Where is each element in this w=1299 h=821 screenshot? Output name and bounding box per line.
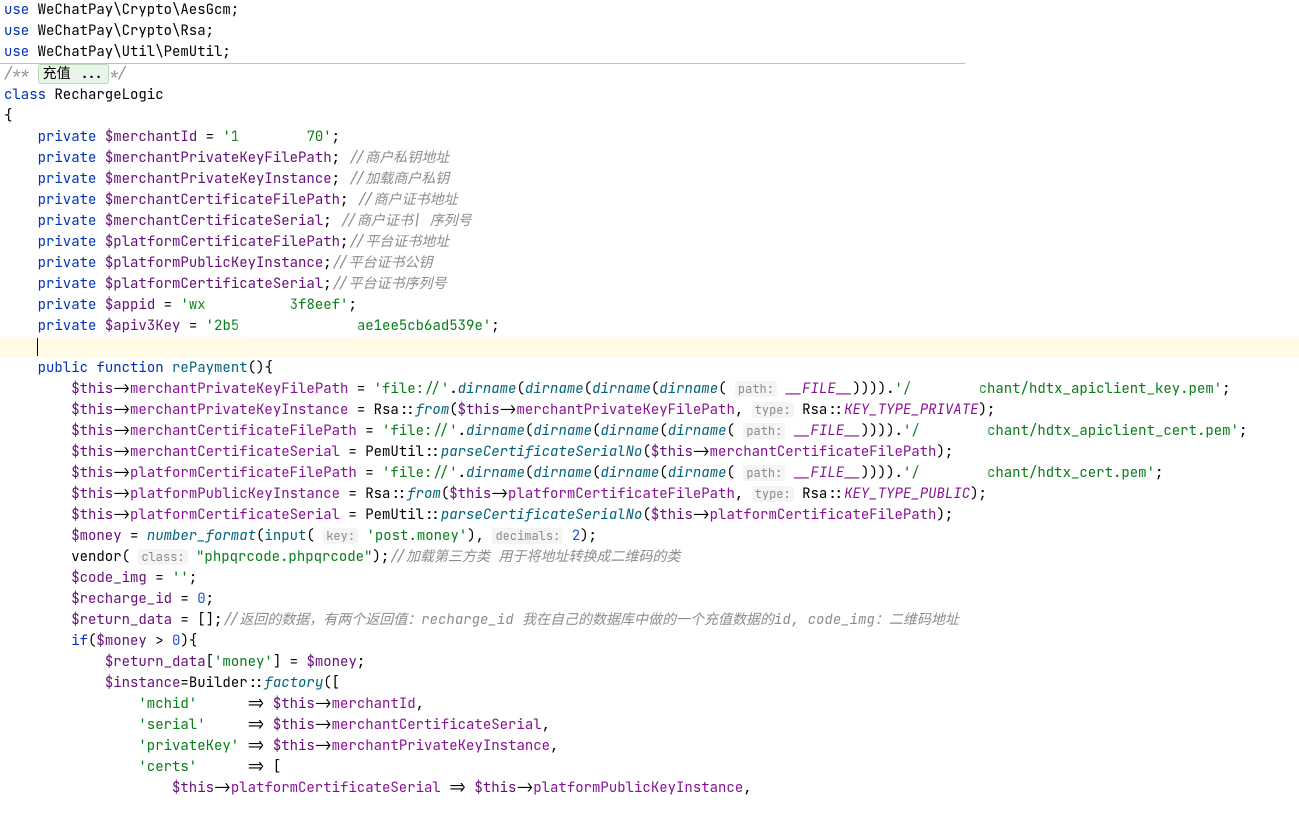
inlay-hint: key:: [323, 528, 358, 544]
code-line: class RechargeLogic: [0, 85, 965, 106]
code-line: if($money > 0){: [0, 631, 1299, 652]
code-line: use WeChatPay\Crypto\Rsa;: [0, 21, 965, 42]
code-line: 'mchid' => $this->merchantId,: [0, 694, 1299, 715]
code-line: 'privateKey' => $this->merchantPrivateKe…: [0, 736, 1299, 757]
code-line: $this->platformCertificateSerial = PemUt…: [0, 505, 1299, 526]
code-line: {: [0, 106, 965, 127]
code-line: use WeChatPay\Crypto\AesGcm;: [0, 0, 965, 21]
code-line: private $platformCertificateSerial;//平台证…: [0, 274, 965, 295]
code-line: $this->merchantCertificateFilePath = 'fi…: [0, 421, 1299, 442]
code-line: /** 充值 ...*/: [0, 63, 965, 85]
code-line: vendor( class: "phpqrcode.phpqrcode");//…: [0, 547, 1299, 568]
code-line: $return_data['money'] = $money;: [0, 652, 1299, 673]
inlay-hint: path:: [743, 423, 785, 439]
inlay-hint: path:: [743, 465, 785, 481]
code-line: 'serial' => $this->merchantCertificateSe…: [0, 715, 1299, 736]
inlay-hint: type:: [752, 486, 794, 502]
caret-line: [0, 337, 1299, 358]
inlay-hint: decimals:: [492, 528, 563, 544]
code-line: use WeChatPay\Util\PemUtil;: [0, 42, 965, 63]
code-line: private $merchantCertificateFilePath; //…: [0, 190, 965, 211]
code-line: $instance=Builder::factory([: [0, 673, 1299, 694]
code-line: private $merchantId = '1________70';: [0, 127, 965, 148]
code-line: private $appid = 'wxa_________3f8eef';: [0, 295, 965, 316]
code-line: $this->merchantCertificateSerial = PemUt…: [0, 442, 1299, 463]
code-line: private $merchantPrivateKeyInstance; //加…: [0, 169, 965, 190]
code-line: private $platformCertificateFilePath;//平…: [0, 232, 965, 253]
code-line: private $platformPublicKeyInstance;//平台证…: [0, 253, 965, 274]
code-line: $recharge_id = 0;: [0, 589, 1299, 610]
code-line: private $merchantPrivateKeyFilePath; //商…: [0, 148, 965, 169]
code-line: $this->platformCertificateFilePath = 'fi…: [0, 463, 1299, 484]
code-line: 'certs' => [: [0, 757, 1299, 778]
code-line: private $merchantCertificateSerial; //商户…: [0, 211, 965, 232]
inlay-hint: class:: [138, 549, 187, 565]
inlay-hint: path:: [735, 381, 777, 397]
code-tail[interactable]: public function rePayment(){ $this->merc…: [0, 358, 1299, 799]
code-line: $this->merchantPrivateKeyInstance = Rsa:…: [0, 400, 1299, 421]
code-line: $return_data = [];//返回的数据，有两个返回值：recharg…: [0, 610, 1299, 631]
code-line: $this->merchantPrivateKeyFilePath = 'fil…: [0, 379, 1299, 400]
code-line: private $apiv3Key = '2b5______________ae…: [0, 316, 965, 337]
inlay-hint: type:: [752, 402, 794, 418]
code-editor[interactable]: use WeChatPay\Crypto\AesGcm; use WeChatP…: [0, 0, 965, 337]
fold-marker[interactable]: 充值 ...: [38, 64, 110, 84]
code-line: $this->platformPublicKeyInstance = Rsa::…: [0, 484, 1299, 505]
code-line: $code_img = '';: [0, 568, 1299, 589]
code-line: $this->platformCertificateSerial => $thi…: [0, 778, 1299, 799]
text-cursor: [37, 338, 38, 356]
code-line: public function rePayment(){: [0, 358, 1299, 379]
code-line: $money = number_format(input( key: 'post…: [0, 526, 1299, 547]
